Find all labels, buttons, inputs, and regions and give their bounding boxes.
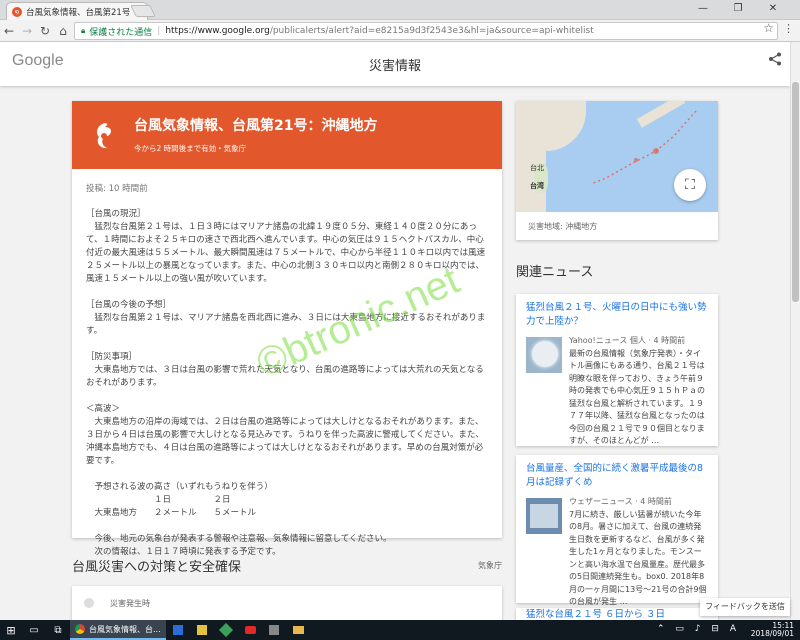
app-icon[interactable] xyxy=(214,620,238,640)
news-thumbnail xyxy=(526,337,562,373)
safety-item-label: 災害発生時 xyxy=(110,599,150,608)
forward-icon[interactable]: → xyxy=(18,24,36,38)
news-title[interactable]: 猛烈台風２１号、火曜日の日中にも強い勢力で上陸か？ xyxy=(526,301,708,329)
news-snippet: Yahoo!ニュース 個人 · 4 時間前 最新の台風情報（気象庁発表）・タイト… xyxy=(569,335,708,448)
address-bar[interactable]: 🔒︎ 保護された通信 | https://www.google.org/publ… xyxy=(74,22,778,40)
folder-icon[interactable] xyxy=(286,620,310,640)
task-view-icon[interactable]: ▭ xyxy=(22,620,46,640)
news-title[interactable]: 猛烈な台風２１号 ６日から ３日 xyxy=(526,608,708,620)
app-icon[interactable] xyxy=(238,620,262,640)
bullet-icon xyxy=(84,598,94,608)
news-card[interactable]: 猛烈台風２１号、火曜日の日中にも強い勢力で上陸か？ Yahoo!ニュース 個人 … xyxy=(516,294,718,446)
typhoon-icon xyxy=(91,121,117,157)
news-thumbnail xyxy=(526,498,562,534)
map-label-taiwan: 台湾 xyxy=(530,182,544,190)
home-icon[interactable]: ⌂ xyxy=(54,24,72,38)
reload-icon[interactable]: ↻ xyxy=(36,24,54,38)
url-path: /publicalerts/alert?aid=e8215a9d3f2543e3… xyxy=(269,26,594,36)
news-source: Yahoo!ニュース 個人 · 4 時間前 xyxy=(569,336,686,345)
secure-label: 保護された通信 xyxy=(89,27,153,38)
related-news-heading: 関連ニュース xyxy=(516,265,594,280)
app-icon[interactable] xyxy=(166,620,190,640)
start-button[interactable]: ⊞ xyxy=(0,624,22,637)
news-card[interactable]: 猛烈な台風２１号 ６日から ３日 xyxy=(516,608,718,620)
alert-text: ［台風の現況］ 猛烈な台風第２１号は、１日３時にはマリアナ諸島の北緯１９度０５分… xyxy=(86,209,486,557)
scrollbar-thumb[interactable] xyxy=(792,82,799,302)
app-icon[interactable] xyxy=(190,620,214,640)
news-title[interactable]: 台風量産、全国的に続く激暑平成最後の8月は記録ずくめ xyxy=(526,462,708,490)
app-icon[interactable] xyxy=(262,620,286,640)
minimize-icon[interactable]: — xyxy=(690,3,716,14)
typhoon-favicon-icon: ໑ xyxy=(12,6,22,17)
map-label-taipei: 台北 xyxy=(530,164,544,172)
fullscreen-icon[interactable]: ⛶ xyxy=(674,169,706,201)
page-title: 災害情報 xyxy=(368,59,421,74)
ime-indicator[interactable]: A xyxy=(730,624,740,634)
weather-map-image xyxy=(530,504,558,528)
system-tray-icons[interactable]: ⌃ ▭ ♪ ⊟ A xyxy=(657,624,740,634)
safety-section-heading: 台風災害への対策と安全確保 xyxy=(72,560,242,575)
alert-header: 台風気象情報、台風第21号：沖縄地方 今から2 時間後まで有効・気象庁 xyxy=(72,101,502,169)
browser-toolbar: ← → ↻ ⌂ 🔒︎ 保護された通信 | https://www.google.… xyxy=(0,20,800,42)
task-view-icon[interactable]: ⧉ xyxy=(46,620,70,640)
app-icon xyxy=(173,625,183,635)
alert-validity: 今から2 時間後まで有効・気象庁 xyxy=(134,144,247,153)
address-separator: | xyxy=(157,26,161,36)
browser-tab[interactable]: ໑ 台風気象情報、台風第21号 × xyxy=(6,2,148,20)
app-icon xyxy=(197,625,207,635)
news-snippet-text: 最新の台風情報（気象庁発表）・タイトル画像にもある通り、台風２１号は明瞭な眼を伴… xyxy=(569,348,705,446)
tray-icons[interactable]: ⌃ ▭ ♪ ⊟ xyxy=(657,624,723,634)
news-row: ウェザーニュース · 4 時間前 7月に続き、厳しい猛暑が続いた今年の8月。暑さ… xyxy=(526,496,708,609)
map-card: 台北 台湾 ⛶ 災害地域: 沖縄地方 xyxy=(516,101,718,240)
alert-title: 台風気象情報、台風第21号：沖縄地方 xyxy=(134,118,378,134)
browser-tab-strip: ໑ 台風気象情報、台風第21号 × — ❐ ✕ xyxy=(0,0,800,20)
taskbar-chrome-window[interactable]: 台風気象情報、台... xyxy=(70,620,166,640)
safety-section-source: 気象庁 xyxy=(478,561,502,570)
satellite-image xyxy=(532,341,558,367)
lock-icon: 🔒︎ xyxy=(81,26,86,35)
alert-card: 台風気象情報、台風第21号：沖縄地方 今から2 時間後まで有効・気象庁 投稿: … xyxy=(72,101,502,557)
taskbar-window-title: 台風気象情報、台... xyxy=(89,624,161,634)
news-row: Yahoo!ニュース 個人 · 4 時間前 最新の台風情報（気象庁発表）・タイト… xyxy=(526,335,708,448)
safety-card[interactable]: 災害発生時 xyxy=(72,586,502,620)
share-icon[interactable] xyxy=(768,52,782,70)
news-snippet-text: 7月に続き、厳しい猛暑が続いた今年の8月。暑さに加えて、台風の連続発生日数を更新… xyxy=(569,509,707,607)
url-host: https://www.google.org xyxy=(165,26,270,36)
chrome-icon xyxy=(75,624,85,634)
feedback-button[interactable]: フィードバックを送信 xyxy=(700,598,790,616)
clock[interactable]: 15:11 2018/09/01 xyxy=(751,622,794,638)
affected-area: 災害地域: 沖縄地方 xyxy=(528,222,598,231)
new-tab-button[interactable] xyxy=(130,5,156,17)
folder-icon xyxy=(292,626,304,634)
app-icon xyxy=(218,622,234,638)
map-view[interactable]: 台北 台湾 ⛶ xyxy=(516,101,718,212)
page-scrollbar[interactable] xyxy=(790,42,800,620)
news-card[interactable]: 台風量産、全国的に続く激暑平成最後の8月は記録ずくめ ウェザーニュース · 4 … xyxy=(516,455,718,606)
url-text: https://www.google.org/publicalerts/aler… xyxy=(165,26,593,36)
maximize-icon[interactable]: ❐ xyxy=(725,3,751,14)
app-header: Google 災害情報 xyxy=(0,42,790,86)
app-icon xyxy=(269,625,279,635)
browser-menu-icon[interactable]: ⋮ xyxy=(783,22,794,35)
news-snippet: ウェザーニュース · 4 時間前 7月に続き、厳しい猛暑が続いた今年の8月。暑さ… xyxy=(569,496,708,609)
clock-date: 2018/09/01 xyxy=(750,629,794,638)
news-source: ウェザーニュース · 4 時間前 xyxy=(569,497,672,506)
back-icon[interactable]: ← xyxy=(0,24,18,38)
windows-taskbar: ⊞ ▭ ⧉ 台風気象情報、台... ⌃ ▭ ♪ ⊟ A 15:11 2018/0… xyxy=(0,620,800,640)
tab-title: 台風気象情報、台風第21号 xyxy=(26,7,131,18)
close-window-icon[interactable]: ✕ xyxy=(760,3,786,14)
bookmark-star-icon[interactable]: ☆ xyxy=(763,21,774,35)
video-app-icon xyxy=(244,626,256,634)
posted-time: 投稿: 10 時間前 xyxy=(86,184,148,194)
